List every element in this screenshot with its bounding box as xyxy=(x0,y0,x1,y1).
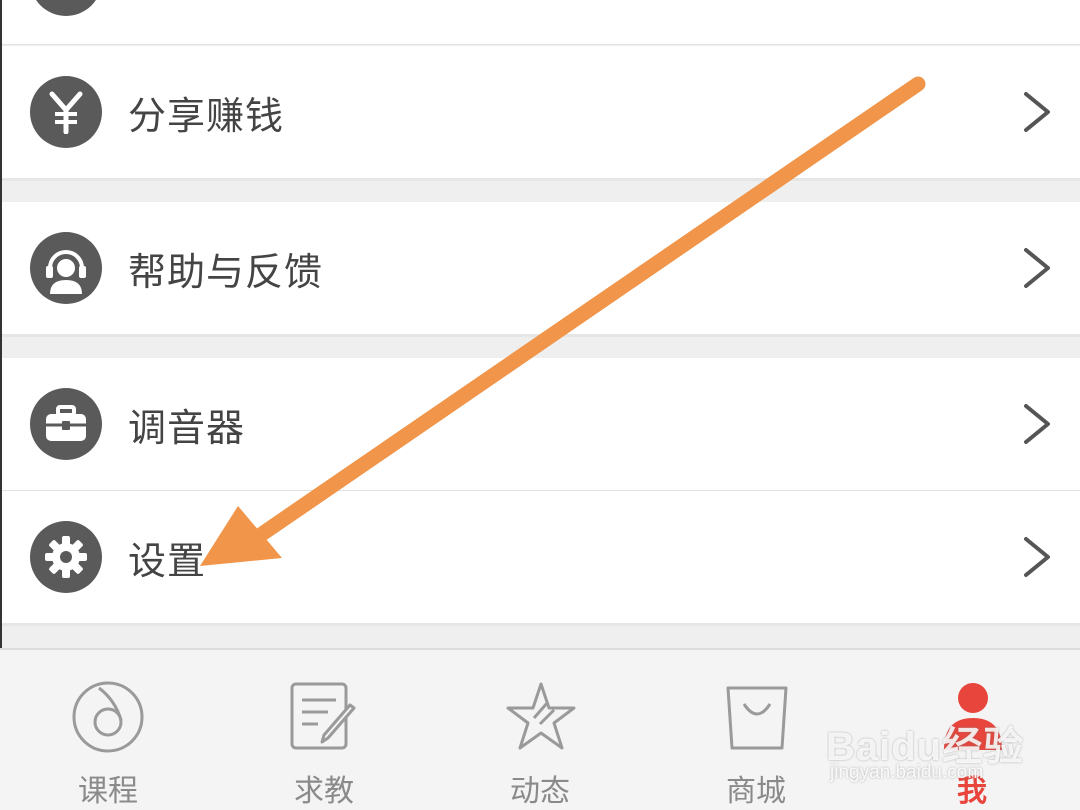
partial-icon xyxy=(30,0,102,16)
tab-label: 商城 xyxy=(726,774,786,809)
menu-item-tuner[interactable]: 调音器 xyxy=(0,358,1080,490)
section-shadow xyxy=(0,178,1080,181)
tab-label: 我 xyxy=(957,774,987,809)
chevron-right-icon xyxy=(1024,537,1050,577)
tab-shop[interactable]: 商城 xyxy=(648,650,864,810)
menu-item-partial[interactable] xyxy=(0,0,1080,44)
tab-label: 动态 xyxy=(510,774,570,809)
toolbox-icon xyxy=(30,388,102,460)
tab-label: 课程 xyxy=(78,774,138,809)
section-shadow xyxy=(0,334,1080,337)
menu-item-label: 调音器 xyxy=(128,405,246,450)
tab-me[interactable]: 我 xyxy=(864,650,1080,810)
chevron-right-icon xyxy=(1024,404,1050,444)
profile-icon xyxy=(944,683,1002,750)
tab-label: 求教 xyxy=(294,774,354,809)
note-edit-icon xyxy=(290,682,356,750)
menu-item-share-earn[interactable]: 分享赚钱 xyxy=(0,46,1080,178)
headset-icon xyxy=(30,232,102,304)
yen-icon xyxy=(30,76,102,148)
tab-feed[interactable]: 动态 xyxy=(432,650,648,810)
screen-edge xyxy=(0,0,2,648)
bottom-tab-bar: 课程 求教 动态 商城 我 xyxy=(0,648,1080,810)
profile-menu-screen: 分享赚钱 帮助与反馈 调音器 设置 课程 求教 动态 商城 我 Baidu经验 … xyxy=(0,0,1080,810)
chevron-right-icon xyxy=(1024,248,1050,288)
menu-item-label: 分享赚钱 xyxy=(128,93,285,138)
menu-item-label: 设置 xyxy=(128,538,207,583)
tab-course[interactable]: 课程 xyxy=(0,650,216,810)
shopping-bag-icon xyxy=(726,686,788,750)
section-shadow xyxy=(0,623,1080,626)
chevron-right-icon xyxy=(1024,92,1050,132)
menu-item-settings[interactable]: 设置 xyxy=(0,491,1080,623)
tab-ask[interactable]: 求教 xyxy=(216,650,432,810)
menu-item-label: 帮助与反馈 xyxy=(128,249,324,294)
course-icon xyxy=(72,681,144,753)
divider xyxy=(0,44,1080,45)
gear-icon xyxy=(30,521,102,593)
menu-item-help-feedback[interactable]: 帮助与反馈 xyxy=(0,202,1080,334)
star-icon xyxy=(506,682,576,750)
